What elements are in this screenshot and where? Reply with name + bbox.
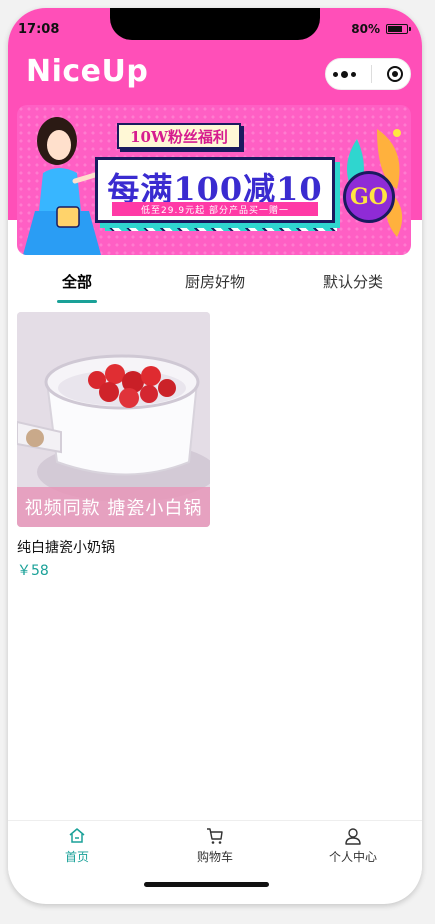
battery-percent: 80% bbox=[351, 22, 380, 36]
tabbar-label-home: 首页 bbox=[64, 850, 89, 864]
tabbar-item-cart[interactable]: 购物车 bbox=[146, 821, 284, 875]
bottom-tabbar: 首页 购物车 个人中心 bbox=[8, 820, 422, 875]
battery-fill bbox=[388, 26, 402, 32]
tabbar-label-cart: 购物车 bbox=[196, 850, 233, 864]
tabbar-label-profile: 个人中心 bbox=[328, 850, 377, 864]
device-notch bbox=[110, 8, 320, 40]
product-card[interactable]: 视频同款 搪瓷小白锅 纯白搪瓷小奶锅 ￥58 bbox=[17, 312, 210, 580]
banner-main-box: 每满100减10 低至29.9元起 部分产品买一赠一 bbox=[95, 157, 335, 223]
app-title: NiceUp bbox=[26, 54, 149, 89]
tab-kitchen-label: 厨房好物 bbox=[184, 273, 245, 291]
product-image[interactable]: 视频同款 搪瓷小白锅 bbox=[17, 312, 210, 527]
cart-icon bbox=[207, 828, 223, 844]
banner-top-label: 10W粉丝福利 bbox=[117, 123, 241, 149]
phone-frame: 17:08 80% NiceUp 10W粉丝福利 每满100减10 低至29.9… bbox=[8, 8, 422, 904]
miniprogram-capsule bbox=[325, 58, 411, 90]
capsule-divider bbox=[370, 65, 372, 83]
home-icon bbox=[69, 828, 85, 843]
battery-icon bbox=[386, 24, 411, 34]
banner-go-button[interactable]: GO bbox=[343, 171, 395, 223]
active-tab-indicator bbox=[57, 300, 97, 303]
home-indicator bbox=[144, 882, 269, 887]
tab-default-label: 默认分类 bbox=[322, 273, 383, 291]
status-right: 80% bbox=[351, 22, 411, 36]
product-name[interactable]: 纯白搪瓷小奶锅 bbox=[17, 537, 210, 557]
tab-all[interactable]: 全部 bbox=[8, 263, 146, 311]
close-target-icon[interactable] bbox=[386, 66, 403, 82]
product-price: ￥58 bbox=[17, 563, 49, 579]
promo-banner[interactable]: 10W粉丝福利 每满100减10 低至29.9元起 部分产品买一赠一 GO bbox=[17, 105, 411, 255]
more-dots-icon[interactable] bbox=[333, 70, 357, 78]
tab-default[interactable]: 默认分类 bbox=[284, 263, 422, 311]
status-time: 17:08 bbox=[18, 22, 60, 37]
tab-kitchen[interactable]: 厨房好物 bbox=[146, 263, 284, 311]
banner-sub-text: 低至29.9元起 部分产品买一赠一 bbox=[112, 202, 318, 216]
tabbar-item-home[interactable]: 首页 bbox=[8, 821, 146, 875]
tab-all-label: 全部 bbox=[61, 273, 92, 291]
product-image-caption: 视频同款 搪瓷小白锅 bbox=[17, 487, 210, 527]
tabbar-item-profile[interactable]: 个人中心 bbox=[284, 821, 422, 875]
category-tabs: 全部 厨房好物 默认分类 bbox=[8, 263, 422, 311]
girl-illustration-icon bbox=[23, 117, 101, 255]
user-icon bbox=[345, 828, 361, 845]
